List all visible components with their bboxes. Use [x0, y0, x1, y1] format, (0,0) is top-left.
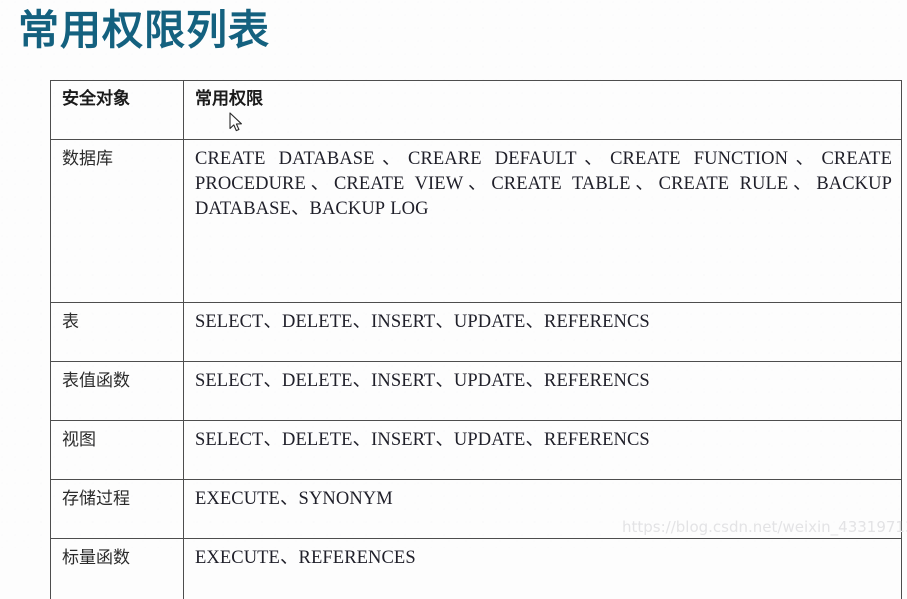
cell-permissions: SELECT、DELETE、INSERT、UPDATE、REFERENCS	[184, 362, 902, 421]
cell-permissions: SELECT、DELETE、INSERT、UPDATE、REFERENCS	[184, 303, 902, 362]
cell-security-object: 表值函数	[51, 362, 184, 421]
cell-security-object: 视图	[51, 421, 184, 480]
column-header-common-permissions: 常用权限	[184, 81, 902, 140]
cell-security-object: 数据库	[51, 140, 184, 303]
column-header-security-object: 安全对象	[51, 81, 184, 140]
cell-permissions: CREATE DATABASE、CREARE DEFAULT、CREATE FU…	[184, 140, 902, 303]
table-row: 表 SELECT、DELETE、INSERT、UPDATE、REFERENCS	[51, 303, 902, 362]
cell-permissions: SELECT、DELETE、INSERT、UPDATE、REFERENCS	[184, 421, 902, 480]
table-row: 表值函数 SELECT、DELETE、INSERT、UPDATE、REFEREN…	[51, 362, 902, 421]
cell-security-object: 存储过程	[51, 480, 184, 539]
table-row: 视图 SELECT、DELETE、INSERT、UPDATE、REFERENCS	[51, 421, 902, 480]
cell-security-object: 表	[51, 303, 184, 362]
page-title: 常用权限列表	[18, 2, 270, 58]
table-row: 数据库 CREATE DATABASE、CREARE DEFAULT、CREAT…	[51, 140, 902, 303]
table-header-row: 安全对象 常用权限	[51, 81, 902, 140]
csdn-watermark: https://blog.csdn.net/weixin_43319713	[622, 518, 907, 536]
